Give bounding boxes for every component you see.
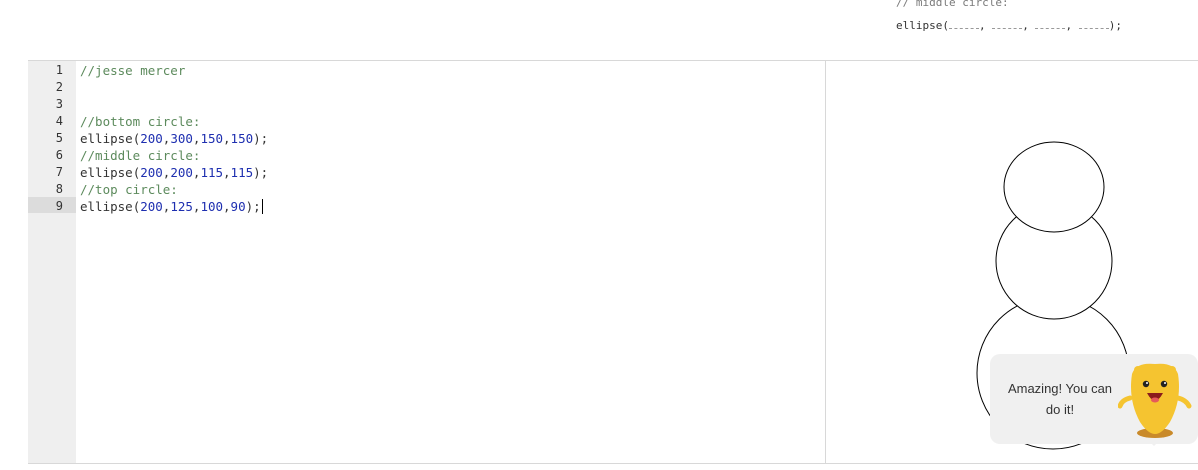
encouragement-text: Amazing! You can do it! [1000,378,1120,420]
numeric-argument: 100 [200,199,224,214]
hint-sep: , [1065,19,1073,32]
hint-sep: , [1022,19,1029,32]
line-number: 7 [55,165,63,179]
encouragement-line-1: Amazing! You can [1007,381,1113,396]
hint-blank-1 [948,18,979,29]
numeric-argument: 90 [230,199,246,214]
winston-mascot-icon [1118,363,1192,446]
line-number: 3 [55,97,63,111]
numeric-argument: 125 [170,199,193,214]
line-number: 4 [55,114,63,128]
numeric-argument: 200 [140,199,163,214]
hint-call-suffix: ); [1108,19,1122,32]
numeric-argument: 200 [140,165,163,180]
hint-call-prefix: ellipse( [896,19,949,32]
line-number: 1 [55,63,63,77]
numeric-argument: 300 [170,131,193,146]
hint-comment: // middle circle: [896,0,1009,9]
encouragement-line-2: do it! [1045,402,1075,417]
code-line[interactable]: //bottom circle: [80,114,200,129]
numeric-argument: 200 [170,165,193,180]
hint-blank-4 [1078,18,1109,29]
function-name: ellipse [80,199,133,214]
function-name: ellipse [80,165,133,180]
numeric-argument: 150 [200,131,224,146]
line-number: 8 [55,182,63,196]
active-line-highlight [28,197,76,213]
hint-blank-2 [992,18,1023,29]
numeric-argument: 115 [230,165,254,180]
code-line[interactable]: //middle circle: [80,148,200,163]
line-number: 2 [55,80,63,94]
code-line[interactable]: ellipse(200,200,115,115); [80,165,268,180]
line-number: 9 [55,199,63,213]
code-line[interactable]: ellipse(200,300,150,150); [80,131,268,146]
hint-blank-3 [1035,18,1066,29]
line-number: 5 [55,131,63,145]
code-line[interactable]: ellipse(200,125,100,90); [80,199,263,214]
line-number: 6 [55,148,63,162]
code-comment: //bottom circle: [80,114,201,129]
numeric-argument: 200 [140,131,163,146]
numeric-argument: 150 [230,131,254,146]
text-cursor [261,199,263,214]
code-comment: //middle circle: [80,148,201,163]
code-line[interactable]: //top circle: [80,182,178,197]
line-number-gutter: 1 2 3 4 5 6 7 8 9 [28,61,76,463]
top-circle [1003,141,1105,233]
code-text-area[interactable]: //jesse mercer //bottom circle: ellipse(20… [80,61,825,463]
code-comment: //jesse mercer [80,63,186,78]
code-comment: //top circle: [80,182,178,197]
hint-sep: , [978,19,986,32]
code-line[interactable]: //jesse mercer [80,63,185,78]
numeric-argument: 115 [200,165,224,180]
hint-code: ellipse(, , , ); [896,18,1122,33]
function-name: ellipse [80,131,133,146]
